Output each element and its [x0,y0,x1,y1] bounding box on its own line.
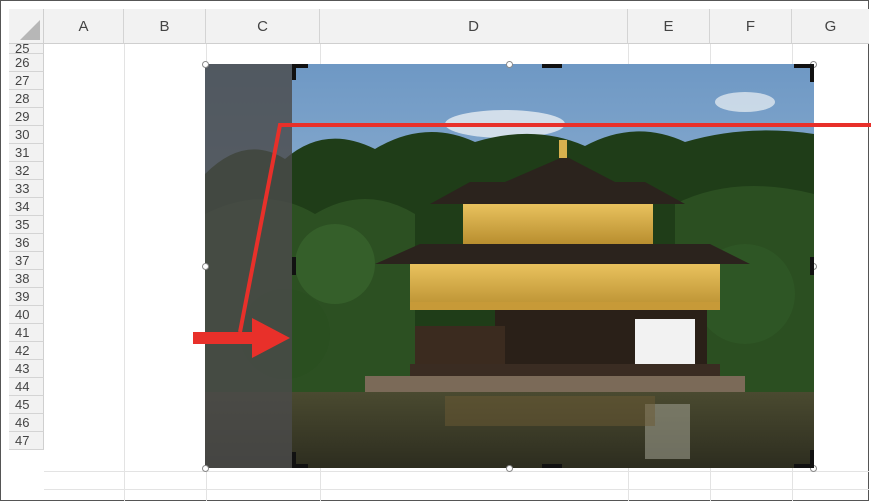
annotation-overlay [193,123,871,358]
annotation-line [238,123,871,333]
